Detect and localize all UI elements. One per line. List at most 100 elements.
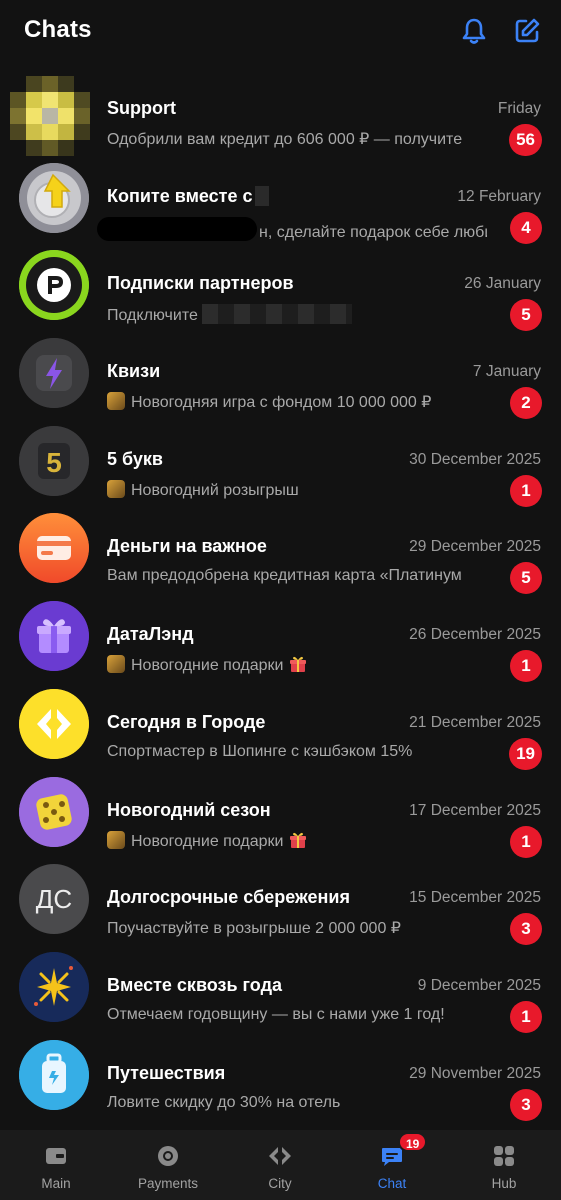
- letter-tile-icon: 5: [19, 425, 89, 496]
- chat-preview: Подключите: [107, 304, 497, 325]
- chat-name: Долгосрочные сбережения: [107, 887, 350, 908]
- suitcase-icon: [19, 1039, 89, 1110]
- redacted-block: [97, 216, 257, 241]
- thumbnail-icon: [107, 655, 125, 674]
- unread-badge: 1: [510, 474, 542, 507]
- tab-payments[interactable]: Payments: [112, 1130, 224, 1200]
- chat-item-dataland[interactable]: ДатаЛэнд 26 December 2025 Новогодние под…: [0, 592, 561, 683]
- page-title: Chats: [24, 16, 92, 43]
- chat-name: Квизи: [107, 361, 161, 382]
- avatar: [19, 162, 89, 233]
- avatar: [19, 250, 89, 321]
- chat-item-partner-subscriptions[interactable]: Подписки партнеров 26 January Подключите…: [0, 241, 561, 332]
- chat-preview: Новогодние подарки: [107, 655, 497, 675]
- grid-icon: [494, 1146, 514, 1166]
- chat-date: 30 December 2025: [409, 450, 541, 468]
- chat-date: 12 February: [457, 187, 541, 205]
- chat-name: Подписки партнеров: [107, 273, 294, 294]
- avatar: 5: [19, 425, 89, 496]
- chat-item-quizzy[interactable]: Квизи 7 January Новогодняя игра с фондом…: [0, 329, 561, 420]
- chat-date: 17 December 2025: [409, 801, 541, 819]
- tab-label: Main: [41, 1176, 71, 1191]
- chat-preview: Новогодняя игра с фондом 10 000 000 ₽: [107, 392, 497, 412]
- chat-preview: Спортмастер в Шопинге с кэшбэком 15%: [107, 742, 413, 760]
- unread-badge: 3: [510, 913, 542, 946]
- unread-badge: 56: [509, 124, 542, 156]
- chat-date: 21 December 2025: [409, 713, 541, 731]
- unread-badge: 3: [510, 1088, 542, 1121]
- avatar: [19, 601, 89, 672]
- chat-item-support[interactable]: Support Friday Одобрили вам кредит до 60…: [0, 66, 561, 156]
- chat-name: Вместе сквозь года: [107, 974, 282, 995]
- pixelated-avatar-icon: [10, 76, 90, 156]
- thumbnail-icon: [107, 830, 125, 849]
- chat-item-today-in-city[interactable]: Сегодня в Городе 21 December 2025 Спортм…: [0, 680, 561, 770]
- chat-name: Сегодня в Городе: [107, 711, 266, 732]
- avatar: [19, 688, 89, 759]
- unread-badge: 5: [510, 562, 542, 595]
- payments-circle-icon: [158, 1146, 178, 1166]
- lightning-icon: [19, 338, 89, 409]
- tab-chat-badge: 19: [398, 1132, 428, 1152]
- tab-label: Payments: [137, 1176, 199, 1191]
- wallet-icon: [46, 1148, 66, 1164]
- svg-text:5: 5: [46, 447, 62, 478]
- chat-item-together-through-years[interactable]: Вместе сквозь года 9 December 2025 Отмеч…: [0, 943, 561, 1033]
- chat-date: 29 November 2025: [409, 1064, 541, 1082]
- thumbnail-icon: [107, 479, 125, 498]
- gift-box-icon: [19, 601, 89, 672]
- chat-preview: Одобрили вам кредит до 606 000 ₽ — получ…: [107, 131, 463, 148]
- city-diamond-icon: [269, 1147, 291, 1165]
- chat-item-money-for-important[interactable]: Деньги на важное 29 December 2025 Вам пр…: [0, 504, 561, 595]
- tab-hub[interactable]: Hub: [448, 1130, 560, 1200]
- chat-date: 26 January: [464, 275, 541, 293]
- compose-button[interactable]: [512, 16, 542, 46]
- avatar: [19, 1039, 89, 1110]
- redacted-block: [202, 304, 353, 325]
- tab-label: Chat: [377, 1176, 407, 1191]
- chat-item-5-letters[interactable]: 5 5 букв 30 December 2025 Новогодний роз…: [0, 417, 561, 507]
- avatar: [19, 338, 89, 409]
- chat-preview: н, сделайте подарок себе любим: [97, 216, 487, 242]
- chat-name: Путешествия: [107, 1062, 226, 1083]
- chat-preview: Ловите скидку до 30% на отель: [107, 1093, 341, 1111]
- tab-chat[interactable]: 19 Chat: [336, 1130, 448, 1200]
- avatar: [19, 776, 89, 847]
- chat-date: 26 December 2025: [409, 626, 541, 644]
- avatar: [19, 951, 89, 1022]
- gift-emoji-icon: [290, 657, 307, 673]
- unread-badge: 19: [509, 737, 542, 770]
- chat-date: 7 January: [472, 363, 541, 381]
- chat-item-long-term-savings[interactable]: ДС Долгосрочные сбережения 15 December 2…: [0, 855, 561, 946]
- dice-icon: [19, 776, 89, 847]
- chat-preview: Новогодний розыгрыш: [107, 479, 497, 500]
- unread-badge: 4: [510, 211, 542, 244]
- unread-badge: 1: [510, 650, 542, 683]
- gift-emoji-icon: [290, 832, 307, 848]
- bell-icon: [462, 18, 486, 44]
- unread-badge: 5: [510, 299, 542, 332]
- tab-label: City: [268, 1176, 292, 1191]
- unread-badge: 1: [510, 825, 542, 858]
- avatar: ДС: [19, 864, 89, 935]
- chat-item-new-year-season[interactable]: Новогодний сезон 17 December 2025 Нового…: [0, 768, 561, 858]
- chat-name: 5 букв: [107, 448, 163, 469]
- credit-card-icon: [19, 513, 89, 584]
- chat-item-travel[interactable]: Путешествия 29 November 2025 Ловите скид…: [0, 1031, 561, 1121]
- city-logo-icon: [19, 688, 89, 759]
- unread-badge: 2: [510, 387, 542, 420]
- chat-name: Деньги на важное: [107, 536, 267, 557]
- coin-arrow-icon: [19, 162, 89, 233]
- bottom-tab-bar: Main Payments City 19 Chat Hub: [0, 1130, 561, 1200]
- tab-city[interactable]: City: [224, 1130, 336, 1200]
- chat-item-save-together[interactable]: Копите вместе с 12 February н, сделайте …: [0, 154, 561, 244]
- chat-date: 15 December 2025: [409, 889, 541, 907]
- p-logo-icon: [19, 250, 89, 321]
- avatar: [10, 76, 90, 156]
- thumbnail-icon: [107, 392, 125, 411]
- chat-name: Копите вместе с: [107, 185, 269, 207]
- tab-main[interactable]: Main: [0, 1130, 112, 1200]
- sparkle-icon: [19, 951, 89, 1022]
- redacted-block: [254, 185, 269, 206]
- notifications-button[interactable]: [459, 16, 489, 46]
